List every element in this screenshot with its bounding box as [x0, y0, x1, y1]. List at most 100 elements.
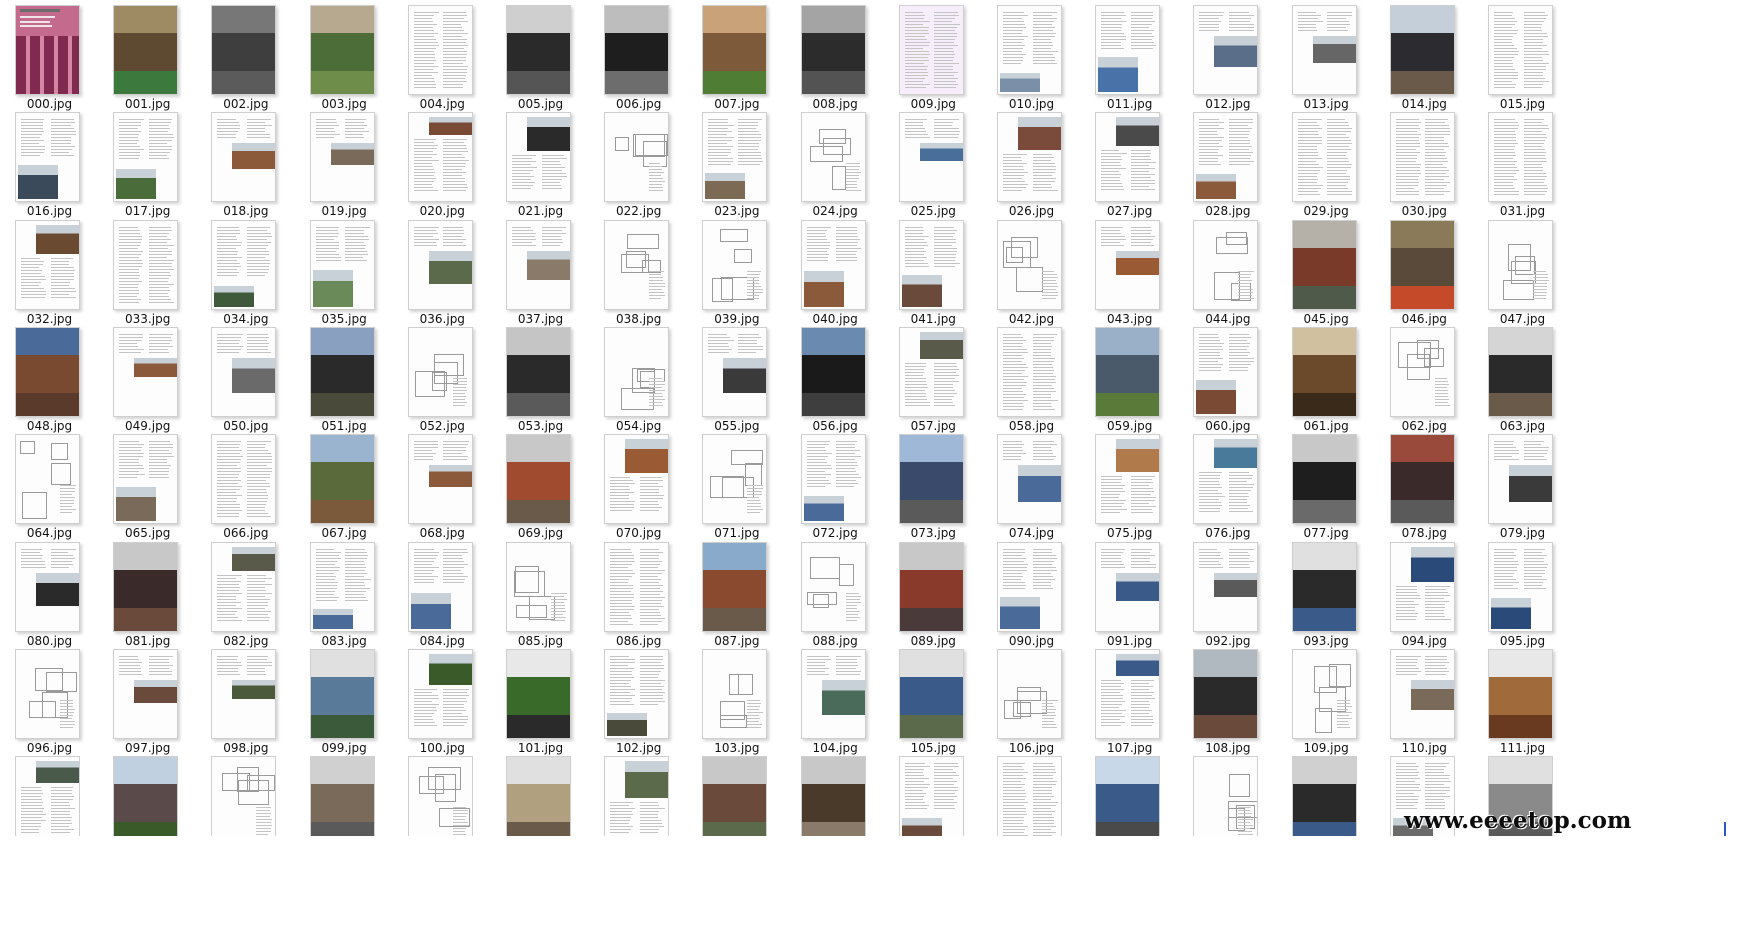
file-item[interactable]: 002.jpg [196, 0, 300, 118]
file-item[interactable]: 110.jpg [1375, 644, 1479, 762]
file-thumbnail[interactable] [702, 434, 768, 525]
file-thumbnail[interactable] [506, 112, 571, 203]
file-thumbnail[interactable] [113, 219, 179, 310]
file-thumbnail[interactable] [898, 648, 964, 739]
file-thumbnail[interactable] [702, 756, 768, 837]
file-thumbnail[interactable] [1389, 5, 1455, 95]
file-item[interactable]: 018.jpg [196, 107, 300, 225]
file-item[interactable] [982, 751, 1086, 869]
file-item[interactable]: 058.jpg [982, 322, 1086, 440]
file-thumbnail[interactable] [898, 219, 964, 310]
file-thumbnail[interactable] [1488, 5, 1553, 95]
file-thumbnail[interactable] [604, 756, 670, 837]
file-thumbnail[interactable] [15, 648, 80, 739]
file-item[interactable]: 067.jpg [295, 429, 399, 547]
file-thumbnail[interactable] [407, 541, 473, 632]
file-thumbnail[interactable] [1095, 648, 1161, 739]
file-item[interactable]: 066.jpg [196, 429, 300, 547]
file-item[interactable] [1178, 751, 1282, 869]
file-item[interactable]: 032.jpg [0, 215, 104, 333]
file-thumbnail[interactable] [604, 541, 670, 632]
file-item[interactable]: 088.jpg [786, 537, 890, 655]
file-thumbnail[interactable] [309, 756, 375, 837]
file-item[interactable]: 057.jpg [884, 322, 988, 440]
file-thumbnail[interactable] [997, 326, 1062, 417]
file-item[interactable]: 106.jpg [982, 644, 1086, 762]
file-item[interactable]: 027.jpg [1080, 107, 1184, 225]
file-thumbnail[interactable] [997, 541, 1062, 632]
file-item[interactable]: 107.jpg [1080, 644, 1184, 762]
file-thumbnail[interactable] [800, 541, 866, 632]
file-item[interactable]: 074.jpg [982, 429, 1086, 547]
file-thumbnail[interactable] [702, 326, 768, 417]
file-thumbnail[interactable] [407, 219, 473, 310]
file-item[interactable] [393, 751, 497, 869]
file-thumbnail[interactable] [1488, 648, 1553, 739]
file-item[interactable]: 028.jpg [1178, 107, 1282, 225]
file-item[interactable]: 059.jpg [1080, 322, 1184, 440]
file-thumbnail[interactable] [800, 756, 866, 837]
file-thumbnail[interactable] [113, 112, 179, 203]
file-thumbnail[interactable] [15, 756, 80, 837]
file-thumbnail[interactable] [113, 756, 179, 837]
file-thumbnail[interactable] [898, 756, 964, 837]
file-item[interactable]: 019.jpg [295, 107, 399, 225]
file-item[interactable]: 064.jpg [0, 429, 104, 547]
file-item[interactable]: 096.jpg [0, 644, 104, 762]
file-item[interactable]: 034.jpg [196, 215, 300, 333]
file-thumbnail[interactable] [211, 434, 277, 525]
file-item[interactable]: 068.jpg [393, 429, 497, 547]
file-thumbnail[interactable] [1291, 648, 1357, 739]
file-thumbnail[interactable] [211, 756, 277, 837]
file-thumbnail[interactable] [604, 434, 670, 525]
file-item[interactable]: 098.jpg [196, 644, 300, 762]
file-thumbnail[interactable] [15, 541, 80, 632]
file-thumbnail[interactable] [113, 434, 179, 525]
file-thumbnail[interactable] [604, 219, 670, 310]
file-item[interactable]: 065.jpg [98, 429, 202, 547]
file-thumbnail[interactable] [1193, 541, 1259, 632]
file-thumbnail[interactable] [1488, 434, 1553, 525]
file-item[interactable]: 060.jpg [1178, 322, 1282, 440]
file-item[interactable]: 031.jpg [1473, 107, 1577, 225]
file-item[interactable]: 014.jpg [1375, 0, 1479, 118]
file-thumbnail[interactable] [800, 112, 866, 203]
file-thumbnail[interactable] [1193, 112, 1259, 203]
file-item[interactable]: 033.jpg [98, 215, 202, 333]
file-item[interactable]: 108.jpg [1178, 644, 1282, 762]
file-thumbnail[interactable] [309, 219, 375, 310]
file-thumbnail[interactable] [211, 5, 277, 95]
file-item[interactable]: 052.jpg [393, 322, 497, 440]
file-item[interactable]: 078.jpg [1375, 429, 1479, 547]
file-item[interactable] [687, 751, 791, 869]
file-thumbnail[interactable] [407, 326, 473, 417]
file-item[interactable]: 090.jpg [982, 537, 1086, 655]
file-thumbnail[interactable] [604, 5, 670, 95]
file-item[interactable]: 011.jpg [1080, 0, 1184, 118]
file-thumbnail[interactable] [1291, 5, 1357, 95]
file-thumbnail[interactable] [702, 5, 768, 95]
file-thumbnail[interactable] [15, 219, 80, 310]
file-item[interactable]: 111.jpg [1473, 644, 1577, 762]
file-item[interactable]: 083.jpg [295, 537, 399, 655]
file-thumbnail[interactable] [1389, 112, 1455, 203]
file-item[interactable]: 040.jpg [786, 215, 890, 333]
file-thumbnail[interactable] [1095, 5, 1161, 95]
file-thumbnail[interactable] [702, 541, 768, 632]
file-item[interactable]: 017.jpg [98, 107, 202, 225]
file-item[interactable]: 037.jpg [491, 215, 595, 333]
file-thumbnail[interactable] [407, 434, 473, 525]
file-item[interactable]: 047.jpg [1473, 215, 1577, 333]
file-thumbnail[interactable] [1389, 434, 1455, 525]
file-thumbnail[interactable] [1389, 648, 1455, 739]
file-thumbnail[interactable] [1389, 219, 1455, 310]
file-item[interactable]: 085.jpg [491, 537, 595, 655]
file-thumbnail[interactable] [15, 326, 80, 417]
file-item[interactable]: 102.jpg [589, 644, 693, 762]
file-thumbnail[interactable] [1291, 541, 1357, 632]
file-item[interactable]: 044.jpg [1178, 215, 1282, 333]
file-thumbnail[interactable] [800, 326, 866, 417]
file-item[interactable]: 092.jpg [1178, 537, 1282, 655]
file-thumbnail[interactable] [898, 326, 964, 417]
file-item[interactable]: 077.jpg [1277, 429, 1381, 547]
